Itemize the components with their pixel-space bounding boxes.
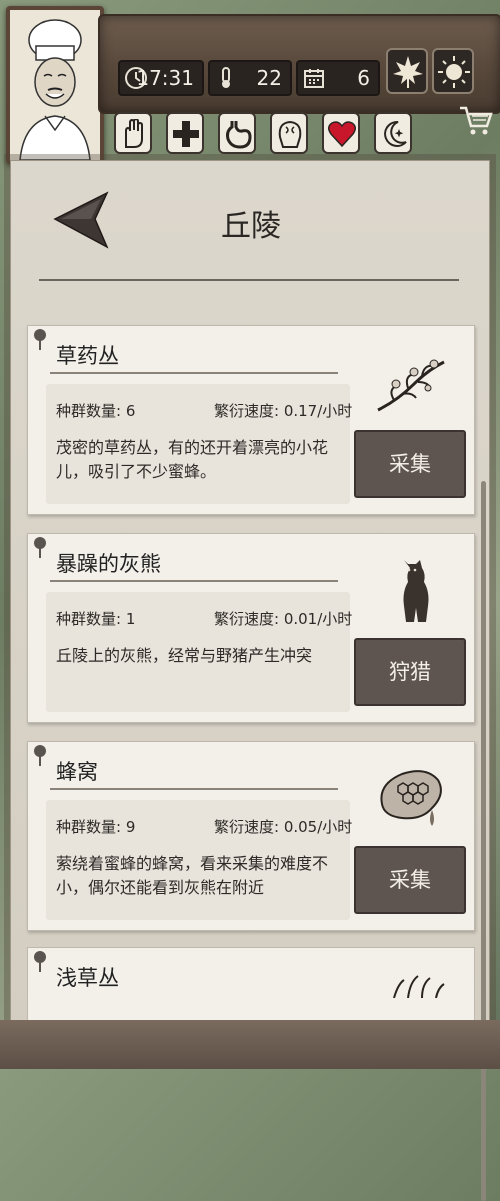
- resource-growth-rate: 繁衍速度: 0.01/小时: [214, 610, 353, 628]
- pin-icon: [34, 951, 46, 972]
- heart-icon: [328, 121, 356, 148]
- brain-icon: [278, 120, 302, 148]
- action-hand-button[interactable]: [114, 112, 152, 154]
- day-value: 6: [357, 66, 370, 90]
- page-title: 丘陵: [221, 209, 281, 244]
- day-display: 6: [296, 60, 380, 96]
- weather-button[interactable]: [432, 48, 474, 94]
- calendar-icon: [304, 69, 324, 88]
- cart-icon[interactable]: [458, 104, 494, 138]
- resource-population: 种群数量: 6: [56, 402, 136, 420]
- character-portrait[interactable]: [6, 6, 104, 164]
- resource-card: 蜂窝 种群数量: 9 繁衍速度: 0.05/小时 萦绕着蜜蜂的蜂窝，看来采集的难…: [27, 741, 475, 931]
- resource-population: 种群数量: 9: [56, 818, 136, 836]
- action-heart-button[interactable]: [322, 112, 360, 154]
- resource-name-divider: [50, 580, 338, 582]
- top-bar: 17:31 22 6: [0, 0, 500, 170]
- scrollbar[interactable]: [481, 481, 486, 1201]
- action-mind-button[interactable]: [270, 112, 308, 154]
- leaf-icon: [393, 56, 423, 88]
- thermometer-icon: [222, 67, 230, 88]
- gather-button[interactable]: 采集: [354, 846, 466, 914]
- resource-card: 草药丛 种群数量: 6 繁衍速度: 0.17/小时 茂密的草药丛，有的还开着漂亮…: [27, 325, 475, 515]
- resource-card: 暴躁的灰熊 种群数量: 1 繁衍速度: 0.01/小时 丘陵上的灰熊，经常与野猪…: [27, 533, 475, 723]
- resource-name: 浅草丛: [56, 966, 119, 990]
- hunt-button[interactable]: 狩猎: [354, 638, 466, 706]
- temperature-value: 22: [256, 66, 282, 90]
- action-sleep-button[interactable]: [374, 112, 412, 154]
- hand-icon: [125, 119, 143, 148]
- gather-button[interactable]: 采集: [354, 430, 466, 498]
- bottom-frame: [0, 1020, 500, 1069]
- time-display: 17:31: [118, 60, 204, 96]
- stomach-icon: [226, 121, 252, 149]
- grass-icon: [393, 975, 445, 998]
- pin-icon: [34, 537, 46, 558]
- title-divider: [39, 279, 459, 281]
- resource-name-divider: [50, 372, 338, 374]
- resource-growth-rate: 繁衍速度: 0.05/小时: [214, 818, 353, 836]
- resource-population: 种群数量: 1: [56, 610, 136, 628]
- time-value: 17:31: [136, 66, 194, 90]
- pin-icon: [34, 745, 46, 766]
- location-panel: 丘陵 草药丛 种群数量: 6 繁衍速度: 0.17/小时 茂密的草药丛，有的还开…: [10, 160, 490, 1201]
- bear-icon: [403, 560, 429, 622]
- action-health-button[interactable]: [166, 112, 204, 154]
- resource-name: 草药丛: [56, 344, 119, 368]
- resource-description: 丘陵上的灰熊，经常与野猪产生冲突: [56, 646, 313, 665]
- resource-name: 暴躁的灰熊: [56, 552, 161, 576]
- chef-avatar-icon: [10, 10, 100, 160]
- temperature-display: 22: [208, 60, 292, 96]
- pin-icon: [34, 329, 46, 350]
- plus-icon: [173, 121, 199, 147]
- resource-name: 蜂窝: [56, 760, 98, 784]
- honeycomb-icon: [380, 770, 442, 826]
- herb-branch-icon: [377, 359, 445, 412]
- action-hunger-button[interactable]: [218, 112, 256, 154]
- resource-growth-rate: 繁衍速度: 0.17/小时: [214, 402, 353, 420]
- resource-description: 茂密的草药丛，有的还开着漂亮的小花儿，吸引了不少蜜蜂。: [56, 438, 329, 481]
- season-button[interactable]: [386, 48, 428, 94]
- resource-name-divider: [50, 788, 338, 790]
- moon-icon: [384, 120, 407, 147]
- resource-description: 萦绕着蜜蜂的蜂窝，看来采集的难度不小，偶尔还能看到灰熊在附近: [56, 854, 329, 897]
- sun-icon: [438, 56, 470, 88]
